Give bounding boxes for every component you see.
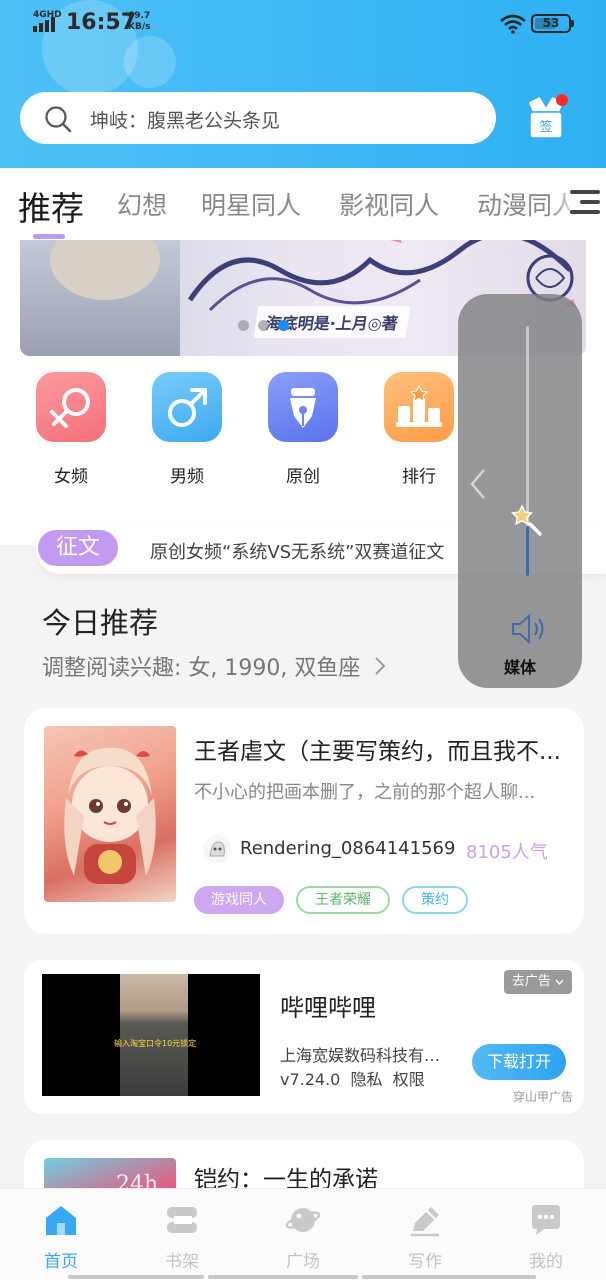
book-card[interactable]: 王者虐文（主要写策约，而且我不... 不小心的把画本删了，之前的那个超人聊...… bbox=[24, 708, 584, 934]
nav-mine[interactable]: 我的 bbox=[506, 1203, 586, 1272]
nav-label: 我的 bbox=[529, 1252, 563, 1272]
volume-panel: 媒体 bbox=[458, 294, 582, 688]
ad-privacy-link[interactable]: 隐私 bbox=[351, 1070, 383, 1089]
signin-label: 签 bbox=[539, 119, 552, 135]
nav-label: 首页 bbox=[44, 1252, 78, 1272]
volume-label: 媒体 bbox=[503, 658, 536, 677]
nav-label: 广场 bbox=[286, 1252, 320, 1272]
ad-meta: v7.24.0 隐私 权限 bbox=[280, 1066, 425, 1090]
interest-adjust-text: 调整阅读兴趣: 女, 1990, 双鱼座 bbox=[42, 656, 361, 681]
download-button[interactable]: 下载打开 bbox=[472, 1044, 566, 1080]
battery-icon: 53 bbox=[531, 14, 574, 33]
ad-card[interactable]: 输入淘宝口令10元锁定 去广告 哔哩哔哩 上海宽娱数码科技有限公司 v7.24.… bbox=[24, 960, 584, 1114]
tab-menu-icon[interactable] bbox=[568, 186, 600, 220]
category-original[interactable]: 原创 bbox=[253, 372, 353, 487]
gesture-bar bbox=[0, 1275, 606, 1280]
category-label: 排行 bbox=[402, 467, 436, 487]
nav-label: 书架 bbox=[165, 1252, 199, 1272]
write-pen-icon bbox=[411, 1207, 439, 1237]
chevron-left-icon[interactable] bbox=[466, 466, 490, 502]
bottom-nav: 首页 书架 广场 写作 我的 bbox=[0, 1188, 606, 1280]
category-male[interactable]: 男频 bbox=[137, 372, 237, 487]
tab-fantasy[interactable]: 幻想 bbox=[117, 186, 167, 222]
tab-recommend[interactable]: 推荐 bbox=[18, 182, 84, 230]
volume-slider-thumb[interactable] bbox=[508, 502, 544, 538]
planet-icon bbox=[285, 1208, 321, 1232]
network-speed-unit: KB/s bbox=[128, 22, 151, 32]
ad-source: 穿山甲广告 bbox=[513, 1090, 574, 1104]
ad-permissions-link[interactable]: 权限 bbox=[393, 1070, 425, 1089]
category-tabs: 推荐 幻想 明星同人 影视同人 动漫同人 bbox=[0, 168, 606, 240]
chat-bubble-icon bbox=[532, 1205, 560, 1235]
interest-adjust-link[interactable]: 调整阅读兴趣: 女, 1990, 双鱼座 bbox=[42, 650, 387, 682]
nav-home[interactable]: 首页 bbox=[21, 1203, 101, 1272]
bookshelf-icon bbox=[167, 1207, 197, 1233]
male-icon bbox=[152, 372, 222, 442]
notice-badge: 征文 bbox=[38, 530, 118, 566]
banner-image bbox=[20, 240, 180, 356]
female-icon bbox=[36, 372, 106, 442]
tab-celebrity-fanfic[interactable]: 明星同人 bbox=[201, 186, 301, 222]
search-placeholder: 坤岐：腹黑老公头条见 bbox=[90, 110, 281, 132]
remove-ad-button[interactable]: 去广告 bbox=[504, 970, 572, 994]
popularity-count: 8105人气 bbox=[466, 842, 548, 863]
category-ranking[interactable]: 排行 bbox=[369, 372, 469, 487]
nav-write[interactable]: 写作 bbox=[385, 1203, 465, 1272]
notification-dot bbox=[556, 94, 568, 106]
section-title: 今日推荐 bbox=[42, 606, 159, 640]
wifi-icon bbox=[500, 14, 526, 34]
author-name: Rendering_0864141569 bbox=[240, 838, 456, 859]
carousel-dots bbox=[238, 316, 298, 335]
tab-active-indicator bbox=[33, 234, 65, 239]
category-female[interactable]: 女频 bbox=[21, 372, 121, 487]
search-bar[interactable]: 坤岐：腹黑老公头条见 bbox=[20, 92, 496, 144]
home-icon bbox=[46, 1206, 76, 1235]
battery-level: 53 bbox=[542, 16, 560, 30]
network-speed-value: 69.7 bbox=[128, 11, 151, 21]
ad-video-caption: 输入淘宝口令10元锁定 bbox=[114, 1039, 197, 1048]
ad-version: v7.24.0 bbox=[280, 1070, 341, 1089]
chevron-right-icon bbox=[375, 657, 386, 675]
network-type: 4GHD bbox=[33, 10, 62, 20]
notice-text: 原创女频“系统VS无系统”双赛道征文 bbox=[150, 542, 445, 563]
category-label: 原创 bbox=[286, 467, 320, 487]
search-icon bbox=[45, 106, 72, 133]
nav-bookshelf[interactable]: 书架 bbox=[142, 1203, 222, 1272]
ad-video[interactable]: 输入淘宝口令10元锁定 bbox=[42, 974, 260, 1096]
status-bar: 4GHD 16:57 69.7 KB/s 53 bbox=[0, 0, 606, 48]
tag-honor-of-kings[interactable]: 王者荣耀 bbox=[296, 886, 390, 914]
avatar bbox=[203, 835, 231, 863]
status-time: 16:57 bbox=[66, 10, 137, 35]
tag-game-fanfic[interactable]: 游戏同人 bbox=[194, 886, 284, 914]
nav-label: 写作 bbox=[408, 1252, 442, 1272]
book-cover bbox=[44, 726, 176, 902]
pen-nib-icon bbox=[268, 372, 338, 442]
book-description: 不小心的把画本删了，之前的那个超人聊... bbox=[194, 782, 536, 803]
gift-signin-icon[interactable]: 签 bbox=[520, 92, 572, 144]
ad-app-title: 哔哩哔哩 bbox=[280, 994, 376, 1022]
remove-ad-label: 去广告 bbox=[511, 974, 551, 989]
tag-ceyue[interactable]: 策约 bbox=[402, 886, 468, 914]
header: 4GHD 16:57 69.7 KB/s 53 坤岐：腹黑老公头条见 签 bbox=[0, 0, 606, 168]
category-label: 女频 bbox=[54, 467, 88, 487]
signal-icon: 4GHD bbox=[33, 10, 62, 34]
ad-company: 上海宽娱数码科技有限公司 bbox=[280, 1046, 450, 1065]
network-speed: 69.7 KB/s bbox=[128, 11, 150, 33]
ranking-podium-icon bbox=[384, 372, 454, 442]
tab-film-fanfic[interactable]: 影视同人 bbox=[339, 186, 439, 222]
nav-square[interactable]: 广场 bbox=[263, 1203, 343, 1272]
chevron-down-icon bbox=[555, 979, 564, 986]
category-label: 男频 bbox=[170, 467, 204, 487]
speaker-icon[interactable] bbox=[510, 612, 548, 646]
book-title: 王者虐文（主要写策约，而且我不... bbox=[194, 739, 561, 765]
